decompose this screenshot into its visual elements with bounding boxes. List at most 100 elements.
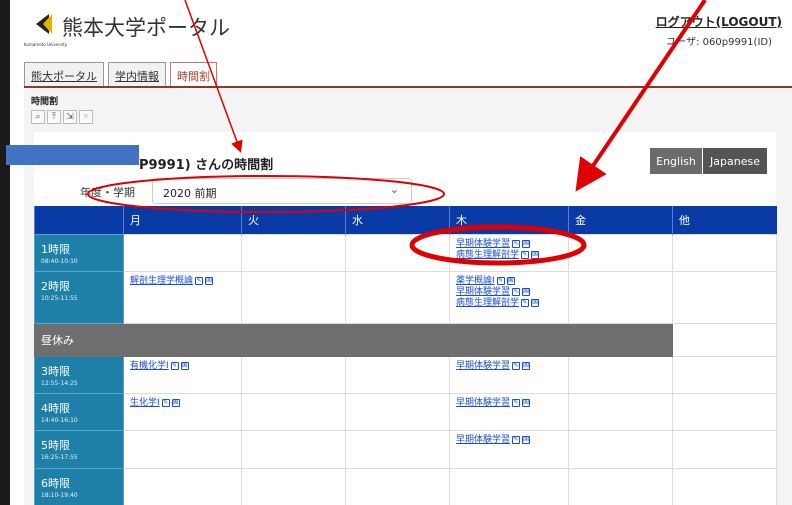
- slot-cell: [241, 468, 346, 505]
- slot-cell: [345, 430, 450, 469]
- day-header-row: 月 火 水 木 金 他: [34, 206, 777, 235]
- period-name: 2時限: [41, 280, 70, 293]
- course-name: 早期体験学習: [456, 361, 511, 371]
- slot-cell: [123, 430, 242, 469]
- period-cell-2: 2時限 10:25-11:55: [34, 271, 124, 324]
- course-name: 生化学I: [130, 398, 160, 408]
- export-icon[interactable]: ⇲: [63, 110, 77, 124]
- slot-cell: 生化学I ✎ 国: [123, 393, 242, 431]
- slot-cell: [672, 468, 777, 505]
- syllabus-icon[interactable]: ✎: [512, 361, 521, 370]
- course-link[interactable]: 病態生理解剖学 ✎ 国: [456, 298, 562, 309]
- period-row-3: 3時限 12:55-14:25 有機化学I ✎ 国 早期体験学習 ✎ 国: [34, 356, 777, 394]
- slot-cell: [672, 323, 777, 357]
- day-header-other: 他: [672, 206, 777, 235]
- slot-cell: [568, 234, 673, 272]
- national-icon[interactable]: 国: [522, 361, 531, 370]
- term-label: 年度・学期: [80, 186, 135, 199]
- course-name: 解剖生理学概論: [130, 276, 194, 286]
- national-icon[interactable]: 国: [205, 276, 214, 285]
- term-select[interactable]: 2020 前期 ⌄: [152, 178, 412, 204]
- national-icon[interactable]: 国: [171, 398, 180, 407]
- period-cell-1: 1時限 08:40-10:10: [34, 234, 124, 272]
- syllabus-icon[interactable]: ✎: [512, 435, 521, 444]
- period-row-6: 6時限 18:10-19:40: [34, 468, 777, 505]
- corner-header: [34, 206, 124, 235]
- national-icon[interactable]: 国: [522, 239, 531, 248]
- syllabus-icon[interactable]: ✎: [521, 298, 530, 307]
- course-link[interactable]: 早期体験学習 ✎ 国: [456, 398, 562, 409]
- slot-cell: [345, 468, 450, 505]
- syllabus-icon[interactable]: ✎: [512, 287, 521, 296]
- close-icon[interactable]: ✕: [79, 110, 93, 124]
- period-time: 16:25-17:55: [41, 454, 78, 461]
- logo-accent-icon: [43, 14, 52, 34]
- slot-cell: [672, 234, 777, 272]
- tab-timetable[interactable]: 時間割: [170, 62, 217, 86]
- syllabus-icon[interactable]: ✎: [512, 398, 521, 407]
- course-name: 薬学概論I: [456, 276, 495, 286]
- slot-cell: [568, 271, 673, 324]
- period-row-2: 2時限 10:25-11:55 解剖生理学概論 ✎ 国 薬学概論I ✎ 国 早期体験学習 ✎…: [34, 271, 777, 324]
- syllabus-icon[interactable]: ✎: [521, 250, 530, 259]
- syllabus-icon[interactable]: ✎: [195, 276, 204, 285]
- university-subtitle: Kumamoto University: [24, 42, 68, 47]
- syllabus-icon[interactable]: ✎: [170, 361, 179, 370]
- national-icon[interactable]: 国: [531, 250, 540, 259]
- national-icon[interactable]: 国: [180, 361, 189, 370]
- period-cell-5: 5時限 16:25-17:55: [34, 430, 124, 469]
- left-edge-bar: [0, 0, 10, 505]
- tab-portal[interactable]: 熊大ポータル: [24, 62, 104, 86]
- national-icon[interactable]: 国: [522, 398, 531, 407]
- day-header-thu: 木: [449, 206, 569, 235]
- national-icon[interactable]: 国: [531, 298, 540, 307]
- slot-cell: [672, 430, 777, 469]
- syllabus-icon[interactable]: ✎: [512, 239, 521, 248]
- national-icon[interactable]: 国: [522, 435, 531, 444]
- period-name: 6時限: [41, 477, 70, 490]
- japanese-button[interactable]: Japanese: [703, 148, 767, 174]
- course-link[interactable]: 早期体験学習 ✎ 国: [456, 361, 562, 372]
- course-link[interactable]: 有機化学I ✎ 国: [130, 361, 235, 372]
- course-name: 早期体験学習: [456, 435, 511, 445]
- course-link[interactable]: 早期体験学習 ✎ 国: [456, 435, 562, 446]
- slot-cell: [568, 393, 673, 431]
- course-link[interactable]: 早期体験学習 ✎ 国: [456, 287, 562, 298]
- period-cell-4: 4時限 14:40-16:10: [34, 393, 124, 431]
- course-link[interactable]: 早期体験学習 ✎ 国: [456, 239, 562, 250]
- course-link[interactable]: 薬学概論I ✎ 国: [456, 276, 562, 287]
- day-header-wed: 水: [345, 206, 450, 235]
- syllabus-icon[interactable]: ✎: [496, 276, 505, 285]
- national-icon[interactable]: 国: [522, 287, 531, 296]
- slot-cell: 早期体験学習 ✎ 国: [449, 430, 569, 469]
- period-name: 1時限: [41, 243, 70, 256]
- day-header-fri: 金: [568, 206, 673, 235]
- period-name: 4時限: [41, 402, 70, 415]
- zoom-icon[interactable]: ⌕: [31, 110, 45, 124]
- english-button[interactable]: English: [650, 148, 702, 174]
- period-row-4: 4時限 14:40-16:10 生化学I ✎ 国 早期体験学習 ✎ 国: [34, 393, 777, 431]
- slot-cell: 早期体験学習 ✎ 国: [449, 356, 569, 394]
- slot-cell: [241, 271, 346, 324]
- term-select-value: 2020 前期: [163, 187, 217, 200]
- section-toolbar: ⌕ ⤒ ⇲ ✕: [31, 110, 93, 124]
- slot-cell: [123, 234, 242, 272]
- course-link[interactable]: 病態生理解剖学 ✎ 国: [456, 250, 562, 261]
- course-name: 病態生理解剖学: [456, 298, 520, 308]
- syllabus-icon[interactable]: ✎: [161, 398, 170, 407]
- logout-link[interactable]: ログアウト(LOGOUT): [656, 13, 782, 30]
- period-time: 10:25-11:55: [41, 295, 78, 302]
- slot-cell: [345, 271, 450, 324]
- course-name: 早期体験学習: [456, 398, 511, 408]
- period-time: 14:40-16:10: [41, 417, 78, 424]
- slot-cell: [672, 271, 777, 324]
- slot-cell: [672, 393, 777, 431]
- up-arrow-icon[interactable]: ⤒: [47, 110, 61, 124]
- course-link[interactable]: 生化学I ✎ 国: [130, 398, 235, 409]
- course-link[interactable]: 解剖生理学概論 ✎ 国: [130, 276, 235, 287]
- redacted-name-block: [6, 145, 139, 165]
- slot-cell: 早期体験学習 ✎ 国 病態生理解剖学 ✎ 国: [449, 234, 569, 272]
- national-icon[interactable]: 国: [506, 276, 515, 285]
- day-header-tue: 火: [241, 206, 346, 235]
- tab-campus-info[interactable]: 学内情報: [108, 62, 166, 86]
